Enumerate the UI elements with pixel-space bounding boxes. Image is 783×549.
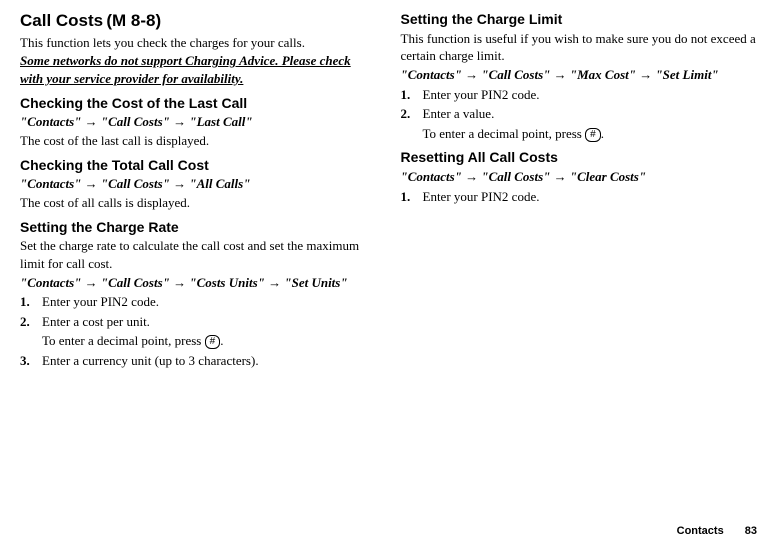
menu-reference: (M 8-8)	[106, 11, 161, 30]
path-segment: "Call Costs"	[101, 275, 170, 290]
step-text: Enter a cost per unit.	[42, 313, 377, 331]
step-number: 2.	[401, 105, 423, 123]
step-extra-post: .	[601, 126, 604, 141]
list-item: 2. Enter a value.	[401, 105, 758, 123]
nav-path-set-limit: "Contacts" → "Call Costs" → "Max Cost" →…	[401, 66, 758, 84]
section-heading-charge-limit: Setting the Charge Limit	[401, 10, 758, 29]
list-item: 1. Enter your PIN2 code.	[401, 188, 758, 206]
path-segment: "Call Costs"	[481, 169, 550, 184]
section-desc: The cost of all calls is displayed.	[20, 194, 377, 212]
arrow-icon: →	[85, 114, 98, 129]
arrow-icon: →	[173, 275, 186, 290]
section-desc: The cost of the last call is displayed.	[20, 132, 377, 150]
step-text: Enter a currency unit (up to 3 character…	[42, 352, 377, 370]
step-number: 1.	[401, 86, 423, 104]
step-number: 1.	[20, 293, 42, 311]
path-segment: "Call Costs"	[101, 176, 170, 191]
hash-key-icon: #	[585, 128, 601, 142]
two-column-layout: Call Costs (M 8-8) This function lets yo…	[20, 10, 757, 524]
footer-page-number: 83	[745, 525, 757, 537]
path-segment: "Clear Costs"	[570, 169, 646, 184]
path-segment: "Last Call"	[189, 114, 252, 129]
step-extra-pre: To enter a decimal point, press	[42, 333, 205, 348]
nav-path-set-units: "Contacts" → "Call Costs" → "Costs Units…	[20, 274, 377, 292]
right-column: Setting the Charge Limit This function i…	[401, 10, 758, 524]
step-extra-post: .	[220, 333, 223, 348]
path-segment: "All Calls"	[189, 176, 250, 191]
step-text: Enter your PIN2 code.	[42, 293, 377, 311]
arrow-icon: →	[465, 169, 478, 184]
step-extra: To enter a decimal point, press #.	[423, 125, 758, 143]
path-segment: "Contacts"	[20, 176, 81, 191]
step-number: 3.	[20, 352, 42, 370]
page-footer: Contacts 83	[20, 524, 757, 539]
section-heading-charge-rate: Setting the Charge Rate	[20, 218, 377, 237]
path-segment: "Call Costs"	[481, 67, 550, 82]
footer-section-name: Contacts	[677, 525, 724, 537]
step-extra: To enter a decimal point, press #.	[42, 332, 377, 350]
arrow-icon: →	[554, 169, 567, 184]
reset-steps: 1. Enter your PIN2 code.	[401, 188, 758, 206]
list-item: 1. Enter your PIN2 code.	[401, 86, 758, 104]
arrow-icon: →	[85, 176, 98, 191]
hash-key-icon: #	[205, 335, 221, 349]
list-item: 1. Enter your PIN2 code.	[20, 293, 377, 311]
list-item: 3. Enter a currency unit (up to 3 charac…	[20, 352, 377, 370]
charge-rate-steps: 1. Enter your PIN2 code. 2. Enter a cost…	[20, 293, 377, 369]
path-segment: "Contacts"	[20, 114, 81, 129]
step-text: Enter your PIN2 code.	[423, 188, 758, 206]
step-text: Enter your PIN2 code.	[423, 86, 758, 104]
section-heading-total-cost: Checking the Total Call Cost	[20, 156, 377, 175]
path-segment: "Call Costs"	[101, 114, 170, 129]
title-row: Call Costs (M 8-8)	[20, 10, 377, 33]
path-segment: "Set Limit"	[655, 67, 718, 82]
path-segment: "Contacts"	[401, 67, 462, 82]
main-heading: Call Costs	[20, 11, 103, 30]
charge-limit-steps: 1. Enter your PIN2 code. 2. Enter a valu…	[401, 86, 758, 143]
step-number: 2.	[20, 313, 42, 331]
arrow-icon: →	[639, 67, 652, 82]
arrow-icon: →	[268, 275, 281, 290]
arrow-icon: →	[173, 176, 186, 191]
section-desc: This function is useful if you wish to m…	[401, 30, 758, 65]
arrow-icon: →	[85, 275, 98, 290]
arrow-icon: →	[173, 114, 186, 129]
nav-path-clear-costs: "Contacts" → "Call Costs" → "Clear Costs…	[401, 168, 758, 186]
step-extra-pre: To enter a decimal point, press	[423, 126, 586, 141]
section-desc: Set the charge rate to calculate the cal…	[20, 237, 377, 272]
path-segment: "Costs Units"	[189, 275, 265, 290]
availability-note: Some networks do not support Charging Ad…	[20, 52, 377, 87]
arrow-icon: →	[554, 67, 567, 82]
path-segment: "Contacts"	[401, 169, 462, 184]
list-item: 2. Enter a cost per unit.	[20, 313, 377, 331]
path-segment: "Set Units"	[284, 275, 347, 290]
left-column: Call Costs (M 8-8) This function lets yo…	[20, 10, 377, 524]
intro-text: This function lets you check the charges…	[20, 34, 377, 52]
nav-path-all-calls: "Contacts" → "Call Costs" → "All Calls"	[20, 175, 377, 193]
section-heading-last-call: Checking the Cost of the Last Call	[20, 94, 377, 113]
step-number: 1.	[401, 188, 423, 206]
path-segment: "Contacts"	[20, 275, 81, 290]
path-segment: "Max Cost"	[570, 67, 636, 82]
arrow-icon: →	[465, 67, 478, 82]
section-heading-reset: Resetting All Call Costs	[401, 148, 758, 167]
step-text: Enter a value.	[423, 105, 758, 123]
nav-path-last-call: "Contacts" → "Call Costs" → "Last Call"	[20, 113, 377, 131]
